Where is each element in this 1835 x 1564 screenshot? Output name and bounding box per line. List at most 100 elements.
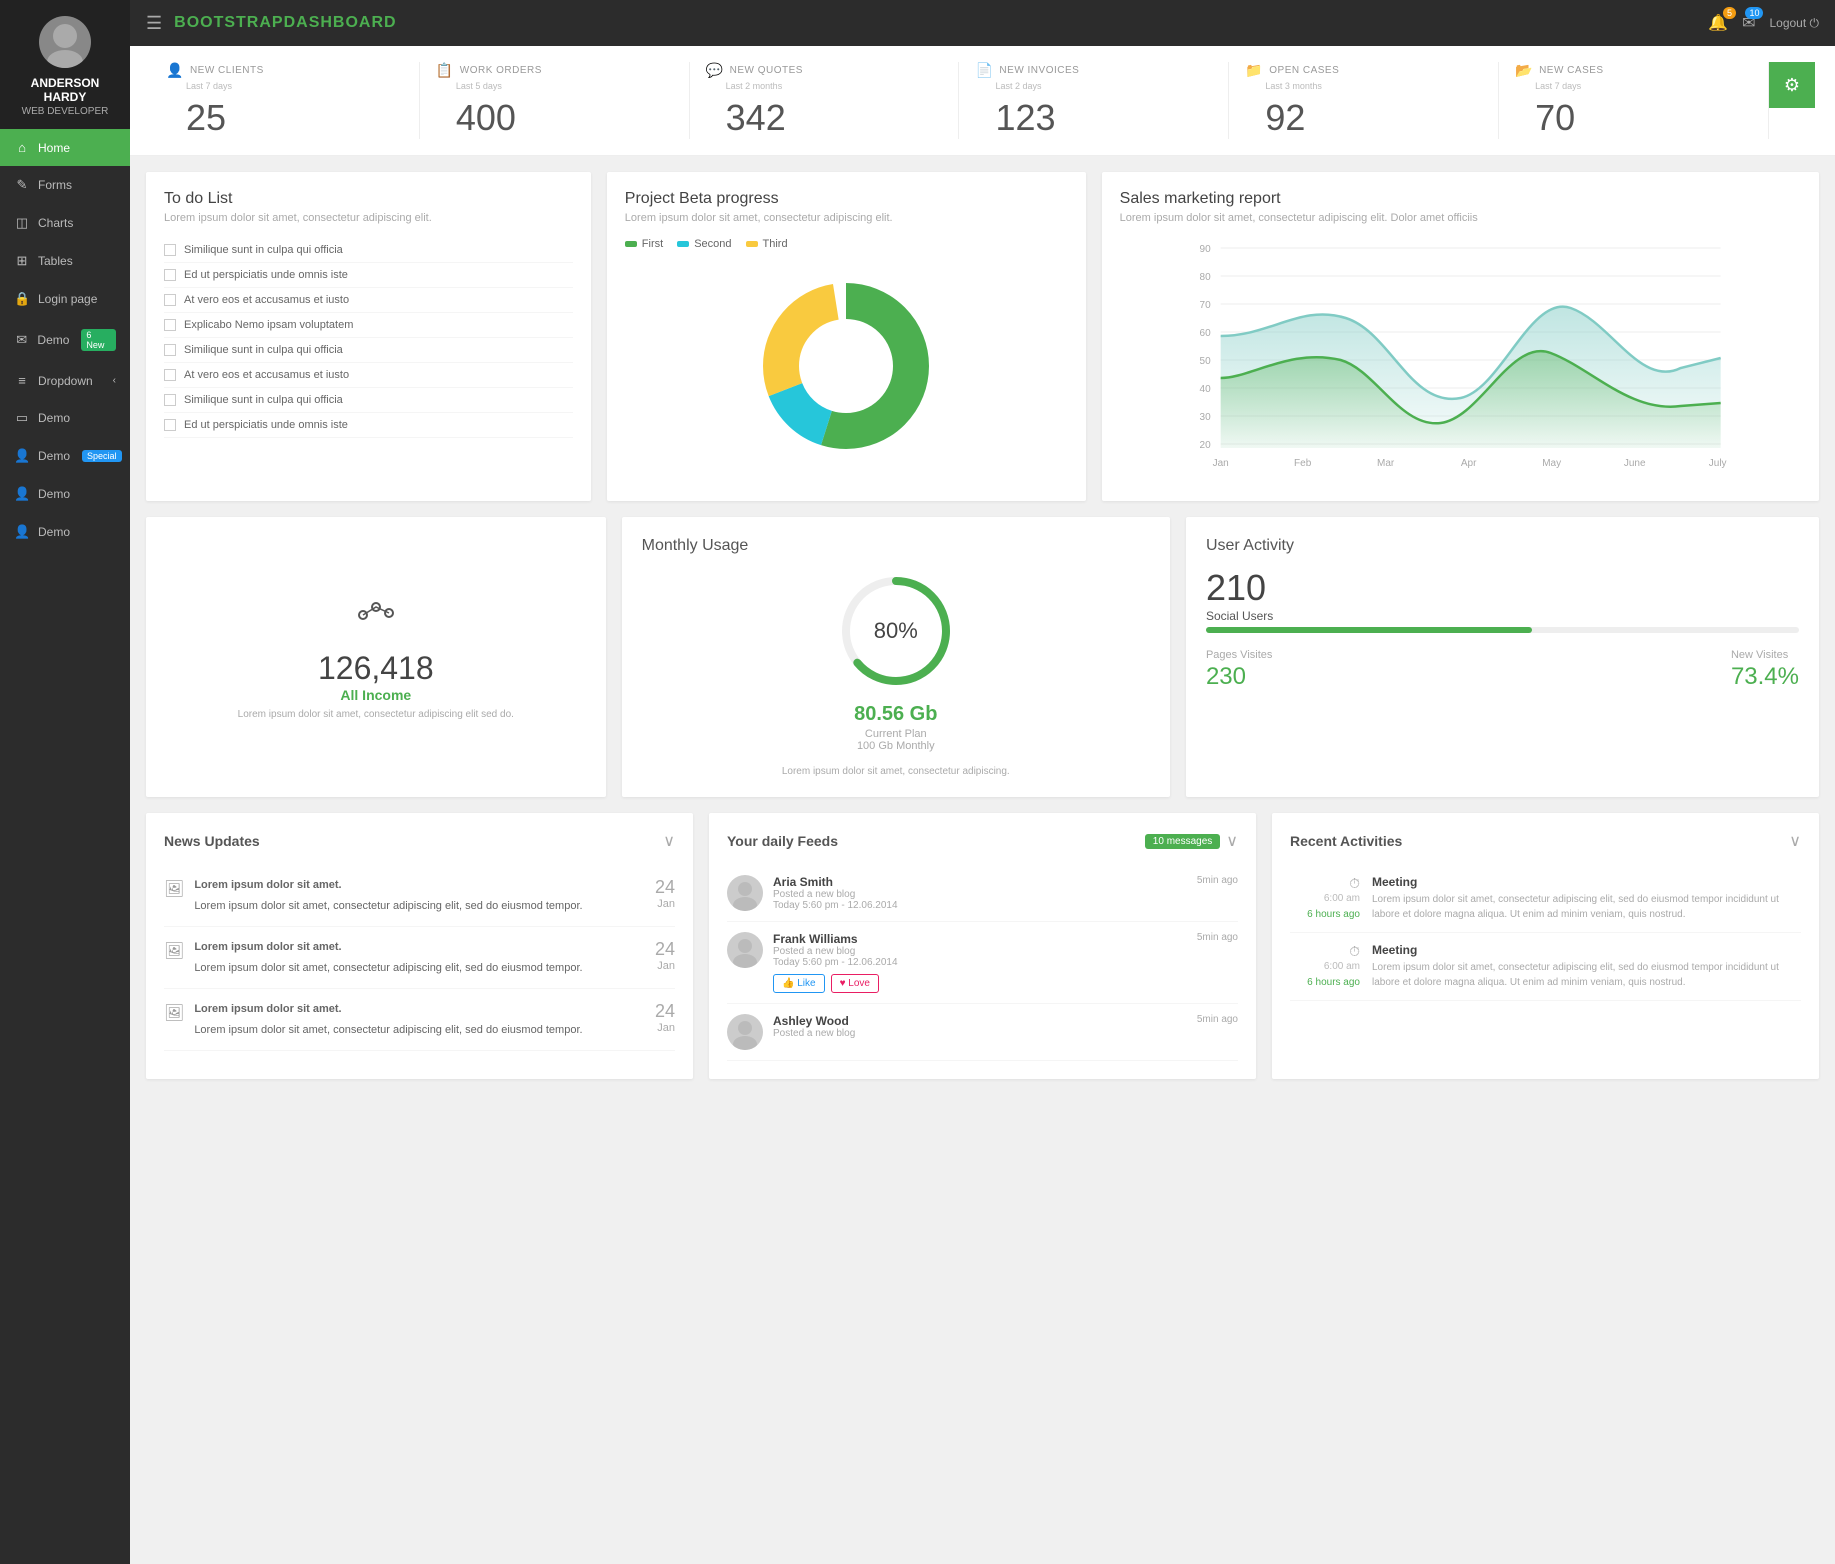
sidebar-item-demo-mail[interactable]: ✉ Demo 6 New [0,318,130,362]
ua-progress-bar [1206,627,1799,633]
sidebar-item-label: Demo [38,411,70,425]
sidebar-item-home[interactable]: ⌂ Home [0,129,130,166]
invoices-icon: 📄 [975,62,993,79]
todo-panel: To do List Lorem ipsum dolor sit amet, c… [146,172,591,501]
user-icon: 👤 [14,448,30,464]
activity-item: ⏱ 6:00 am 6 hours ago Meeting Lorem ipsu… [1290,933,1801,1001]
ua-title: User Activity [1206,537,1799,555]
feeds-header: Your daily Feeds 10 messages ∨ [727,831,1238,851]
avatar [39,16,91,68]
news-icon: 🖼 [164,879,184,914]
sidebar-item-label: Demo [38,525,70,539]
feed-avatar [727,875,763,911]
sidebar-item-login[interactable]: 🔒 Login page [0,280,130,318]
sidebar-item-demo2[interactable]: ▭ Demo [0,399,130,437]
messages-button[interactable]: ✉ 10 [1742,13,1755,33]
ua-social-label: Social Users [1206,609,1799,623]
stat-new-quotes: 💬NEW QUOTES Last 2 months 342 [690,62,960,139]
mail-icon: ✉ [14,332,29,348]
dropdown-icon: ≡ [14,373,30,388]
ua-bar-fill [1206,627,1532,633]
svg-text:Feb: Feb [1294,458,1312,469]
sidebar-item-demo4[interactable]: 👤 Demo [0,513,130,551]
sidebar-item-demo3[interactable]: 👤 Demo [0,475,130,513]
ua-pages-metric: Pages Visites 230 [1206,649,1272,691]
sidebar-item-demo-special[interactable]: 👤 Demo Special [0,437,130,475]
todo-item: Explicabo Nemo ipsam voluptatem [164,313,573,338]
main-area: ☰ BOOTSTRAPDASHBOARD 🔔 5 ✉ 10 Logout ⏻ 👤… [130,0,1835,1564]
sidebar-item-label: Demo [37,333,69,347]
orders-icon: 📋 [436,62,454,79]
feeds-collapse-icon[interactable]: ∨ [1226,831,1238,851]
sidebar-profile: ANDERSON HARDY WEB DEVELOPER [0,0,130,129]
todo-list: Similique sunt in culpa qui officia Ed u… [164,238,573,438]
usage-percent: 80% [874,618,918,644]
donut-title: Project Beta progress [625,190,1068,208]
income-panel: 126,418 All Income Lorem ipsum dolor sit… [146,517,606,797]
feed-avatar [727,932,763,968]
svg-text:70: 70 [1199,300,1211,311]
svg-text:May: May [1542,458,1561,469]
legend-third: Third [746,238,788,250]
news-collapse-icon[interactable]: ∨ [663,831,675,851]
special-badge: Special [82,450,122,462]
svg-text:June: June [1623,458,1645,469]
svg-text:Mar: Mar [1377,458,1395,469]
logout-button[interactable]: Logout ⏻ [1769,16,1819,31]
todo-checkbox[interactable] [164,419,176,431]
notif-badge: 5 [1723,7,1736,19]
sidebar-item-dropdown[interactable]: ≡ Dropdown ‹ [0,362,130,399]
income-label: All Income [340,687,411,703]
sidebar-item-label: Forms [38,178,72,192]
settings-button[interactable]: ⚙ [1769,62,1815,108]
sidebar-item-label: Demo [38,449,70,463]
todo-checkbox[interactable] [164,244,176,256]
stat-new-invoices: 📄NEW INVOICES Last 2 days 123 [959,62,1229,139]
panels-row3: News Updates ∨ 🖼 Lorem ipsum dolor sit a… [130,813,1835,1095]
donut-legend: First Second Third [625,238,1068,250]
todo-item: At vero eos et accusamus et iusto [164,288,573,313]
stat-open-cases: 📁OPEN CASES Last 3 months 92 [1229,62,1499,139]
notifications-button[interactable]: 🔔 5 [1708,13,1728,33]
tables-icon: ⊞ [14,253,30,269]
home-icon: ⌂ [14,140,30,155]
app-title: BOOTSTRAPDASHBOARD [174,14,396,32]
svg-text:Apr: Apr [1461,458,1477,469]
usage-circle: 80% [836,571,956,691]
clients-icon: 👤 [166,62,184,79]
todo-item: At vero eos et accusamus et iusto [164,363,573,388]
sidebar-username: ANDERSON HARDY [8,76,122,104]
login-icon: 🔒 [14,291,30,307]
stats-bar: 👤NEW CLIENTS Last 7 days 25 📋WORK ORDERS… [130,46,1835,156]
chevron-icon: ‹ [113,375,116,386]
sidebar-item-tables[interactable]: ⊞ Tables [0,242,130,280]
activities-collapse-icon[interactable]: ∨ [1789,831,1801,851]
sidebar-item-label: Dropdown [38,374,93,388]
income-desc: Lorem ipsum dolor sit amet, consectetur … [238,709,514,720]
donut-panel: Project Beta progress Lorem ipsum dolor … [607,172,1086,501]
sidebar-item-charts[interactable]: ◫ Charts [0,204,130,242]
todo-checkbox[interactable] [164,344,176,356]
todo-item: Similique sunt in culpa qui officia [164,388,573,413]
love-button[interactable]: ♥ Love [831,974,879,993]
like-button[interactable]: 👍 Like [773,974,825,993]
panels-row2: 126,418 All Income Lorem ipsum dolor sit… [130,517,1835,813]
stat-new-clients: 👤NEW CLIENTS Last 7 days 25 [150,62,420,139]
todo-checkbox[interactable] [164,394,176,406]
monthly-plan-label: Current Plan [865,728,927,740]
todo-checkbox[interactable] [164,319,176,331]
ua-metrics-row: Pages Visites 230 New Visites 73.4% [1206,649,1799,691]
menu-icon[interactable]: ☰ [146,13,162,34]
todo-checkbox[interactable] [164,369,176,381]
sidebar-item-forms[interactable]: ✎ Forms [0,166,130,204]
quotes-icon: 💬 [706,62,724,79]
feed-actions: 👍 Like ♥ Love [773,974,1187,993]
todo-checkbox[interactable] [164,294,176,306]
income-icon [351,595,401,642]
sidebar-item-label: Login page [38,292,97,306]
sidebar-item-label: Home [38,141,70,155]
activities-title: Recent Activities [1290,833,1402,849]
news-title: News Updates [164,833,260,849]
svg-text:20: 20 [1199,440,1211,451]
todo-checkbox[interactable] [164,269,176,281]
